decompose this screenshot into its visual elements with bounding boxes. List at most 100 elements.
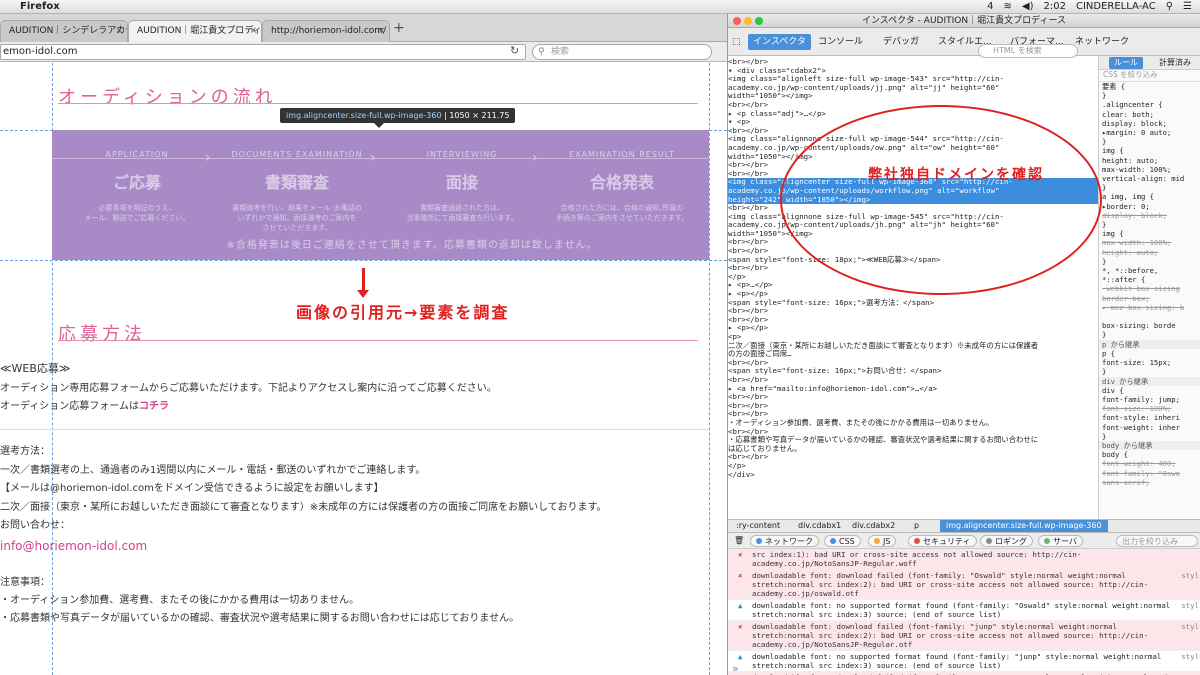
breadcrumb-item[interactable]: div.cdabx2 [852, 520, 895, 532]
css-rule-line[interactable] [1099, 312, 1200, 321]
user-name[interactable]: CINDERELLA-AC [1076, 0, 1156, 14]
console-message[interactable]: × downloadable font: download failed (fon… [728, 570, 1200, 600]
markup-line[interactable]: <span style="font-size: 16px;">お問い合せ：</s… [728, 367, 1098, 376]
battery-indicator[interactable]: 4 [987, 0, 993, 14]
reload-icon[interactable]: ↻ [510, 44, 519, 57]
css-rule-line[interactable]: *, *::before, [1099, 266, 1200, 275]
css-rule-line[interactable]: } [1099, 220, 1200, 229]
css-rule-line[interactable]: a img, img { [1099, 192, 1200, 201]
css-rule-line[interactable]: 要素 { [1099, 82, 1200, 91]
workflow-image[interactable]: APPLICATION ご応募 必要事項を明記のうえ、 メール、郵送でご応募くださ… [52, 130, 709, 260]
form-link[interactable]: コチラ [139, 401, 169, 412]
browser-tab-3[interactable]: http://horiemon-idol.com/× [262, 20, 390, 42]
css-rule-line[interactable]: p から継承 [1099, 339, 1200, 349]
css-rule-line[interactable]: } [1099, 91, 1200, 100]
wifi-icon[interactable]: ≋ [1004, 0, 1012, 14]
markup-line[interactable]: width="1050"></img> [728, 92, 1098, 101]
contact-email-link[interactable]: info@horiemon-idol.com [0, 539, 147, 553]
css-rule-line[interactable]: box-sizing: borde [1099, 321, 1200, 330]
filter-js[interactable]: JS [868, 535, 897, 547]
console-output[interactable]: × src index:1): bad URI or cross-site acc… [728, 549, 1200, 675]
tab-network[interactable]: ネットワーク [1075, 34, 1129, 50]
breadcrumb-item[interactable]: p [914, 520, 919, 532]
markup-line[interactable]: <br></br> [728, 401, 1098, 411]
maximize-window-button[interactable] [755, 17, 763, 25]
search-icon[interactable]: ⚲ [1166, 0, 1173, 14]
css-rule-line[interactable]: font-size: 100%; [1099, 404, 1200, 413]
css-rule-line[interactable]: body { [1099, 450, 1200, 459]
css-rule-line[interactable]: sans-serif; [1099, 478, 1200, 487]
search-input[interactable]: ⚲ 検索 [532, 44, 712, 60]
minimize-window-button[interactable] [744, 17, 752, 25]
close-icon[interactable]: × [249, 21, 257, 41]
filter-network[interactable]: ネットワーク [750, 535, 819, 547]
css-rule-line[interactable]: } [1099, 257, 1200, 266]
css-rule-line[interactable]: } [1099, 432, 1200, 441]
volume-icon[interactable]: ◀) [1022, 0, 1034, 14]
console-message[interactable]: × downloadable font: download failed (fon… [728, 621, 1200, 651]
css-filter-input[interactable]: CSS を絞り込み [1099, 70, 1200, 82]
css-rule-line[interactable]: clear: both; [1099, 110, 1200, 119]
markup-line[interactable]: は応じておりません。 [728, 444, 1098, 454]
breadcrumb-item[interactable]: div.cdabx1 [798, 520, 841, 532]
css-rule-line[interactable]: ▸border: 0; [1099, 202, 1200, 211]
tab-rules[interactable]: ルール [1109, 57, 1143, 69]
css-rule-line[interactable]: } [1099, 183, 1200, 192]
css-rule-line[interactable]: font-family: "Oswa [1099, 469, 1200, 478]
css-rule-line[interactable]: font-weight: inher [1099, 423, 1200, 432]
css-rule-line[interactable]: img { [1099, 146, 1200, 155]
console-source-link[interactable]: styl [1181, 601, 1199, 610]
css-rule-line[interactable]: div から継承 [1099, 376, 1200, 386]
close-icon[interactable]: × [115, 21, 123, 41]
console-source-link[interactable]: styl [1181, 652, 1199, 661]
css-rule-line[interactable]: } [1099, 330, 1200, 339]
markup-line[interactable]: <br></br> [728, 307, 1098, 316]
css-rule-line[interactable]: ▸-moz-box-sizing: b [1099, 303, 1200, 312]
markup-line[interactable]: ▸ <a href="mailto:info@horiemon-idol.com… [728, 384, 1098, 394]
css-rule-line[interactable]: -webkit-box-sizing [1099, 284, 1200, 293]
menu-list-icon[interactable]: ☰ [1183, 0, 1192, 14]
console-prompt-icon[interactable]: » [732, 662, 739, 675]
css-rule-line[interactable]: height: auto; [1099, 156, 1200, 165]
css-rule-line[interactable]: div { [1099, 386, 1200, 395]
css-rule-line[interactable]: vertical-align: mid [1099, 174, 1200, 183]
filter-server[interactable]: サーバ [1038, 535, 1083, 547]
markup-line[interactable]: の方の面接ご同席… [728, 350, 1098, 359]
console-message[interactable]: × src index:1): bad URI or cross-site acc… [728, 549, 1200, 570]
css-rule-line[interactable]: max-width: 100%; [1099, 238, 1200, 247]
markup-line[interactable]: <br></br> [728, 453, 1098, 462]
tab-inspector[interactable]: インスペクタ [748, 34, 811, 50]
css-rule-line[interactable]: height: auto; [1099, 248, 1200, 257]
css-rule-line[interactable]: border-box; [1099, 294, 1200, 303]
css-rule-line[interactable]: } [1099, 367, 1200, 376]
markup-line[interactable]: <span style="font-size: 16px;">選考方法：</sp… [728, 298, 1098, 308]
url-bar[interactable]: emon-idol.com [0, 44, 526, 60]
css-rule-line[interactable]: display: block; [1099, 211, 1200, 220]
breadcrumb-item[interactable]: :ry-content [736, 520, 780, 532]
close-window-button[interactable] [733, 17, 741, 25]
css-rule-line[interactable]: } [1099, 137, 1200, 146]
css-rule-line[interactable]: font-style: inheri [1099, 413, 1200, 422]
console-message[interactable]: ▲ downloadable font: no supported format … [728, 600, 1200, 621]
tab-computed[interactable]: 計算済み [1154, 57, 1196, 69]
pick-element-icon[interactable]: ⬚ [732, 34, 741, 50]
markup-line[interactable]: ・オーディション参加費、選考費、またその後にかかる費用は一切ありません。 [728, 418, 1098, 428]
css-rule-line[interactable]: max-width: 100%; [1099, 165, 1200, 174]
css-rule-line[interactable]: font-family: jump; [1099, 395, 1200, 404]
breadcrumb-item-selected[interactable]: img.aligncenter.size-full.wp-image-360 [940, 520, 1108, 532]
new-tab-button[interactable]: + [393, 20, 405, 36]
css-rule-line[interactable]: p { [1099, 349, 1200, 358]
css-rule-line[interactable]: font-size: 15px; [1099, 358, 1200, 367]
console-source-link[interactable]: styl [1181, 571, 1199, 580]
filter-css[interactable]: CSS [824, 535, 861, 547]
filter-security[interactable]: セキュリティ [908, 535, 977, 547]
app-menu[interactable]: Firefox [20, 0, 60, 14]
close-icon[interactable]: × [377, 21, 385, 41]
markup-line[interactable]: ▸ <p></p> [728, 324, 1098, 333]
markup-line[interactable]: <br></br> [728, 315, 1098, 325]
browser-tab-1[interactable]: AUDITION｜シンデレラアカデ…× [0, 20, 128, 42]
markup-line[interactable]: </p> [728, 461, 1098, 471]
tab-console[interactable]: コンソール [818, 34, 863, 50]
browser-tab-2[interactable]: AUDITION｜堀江貴文プロディース× [128, 20, 262, 42]
markup-line[interactable]: </div> [728, 470, 1098, 480]
